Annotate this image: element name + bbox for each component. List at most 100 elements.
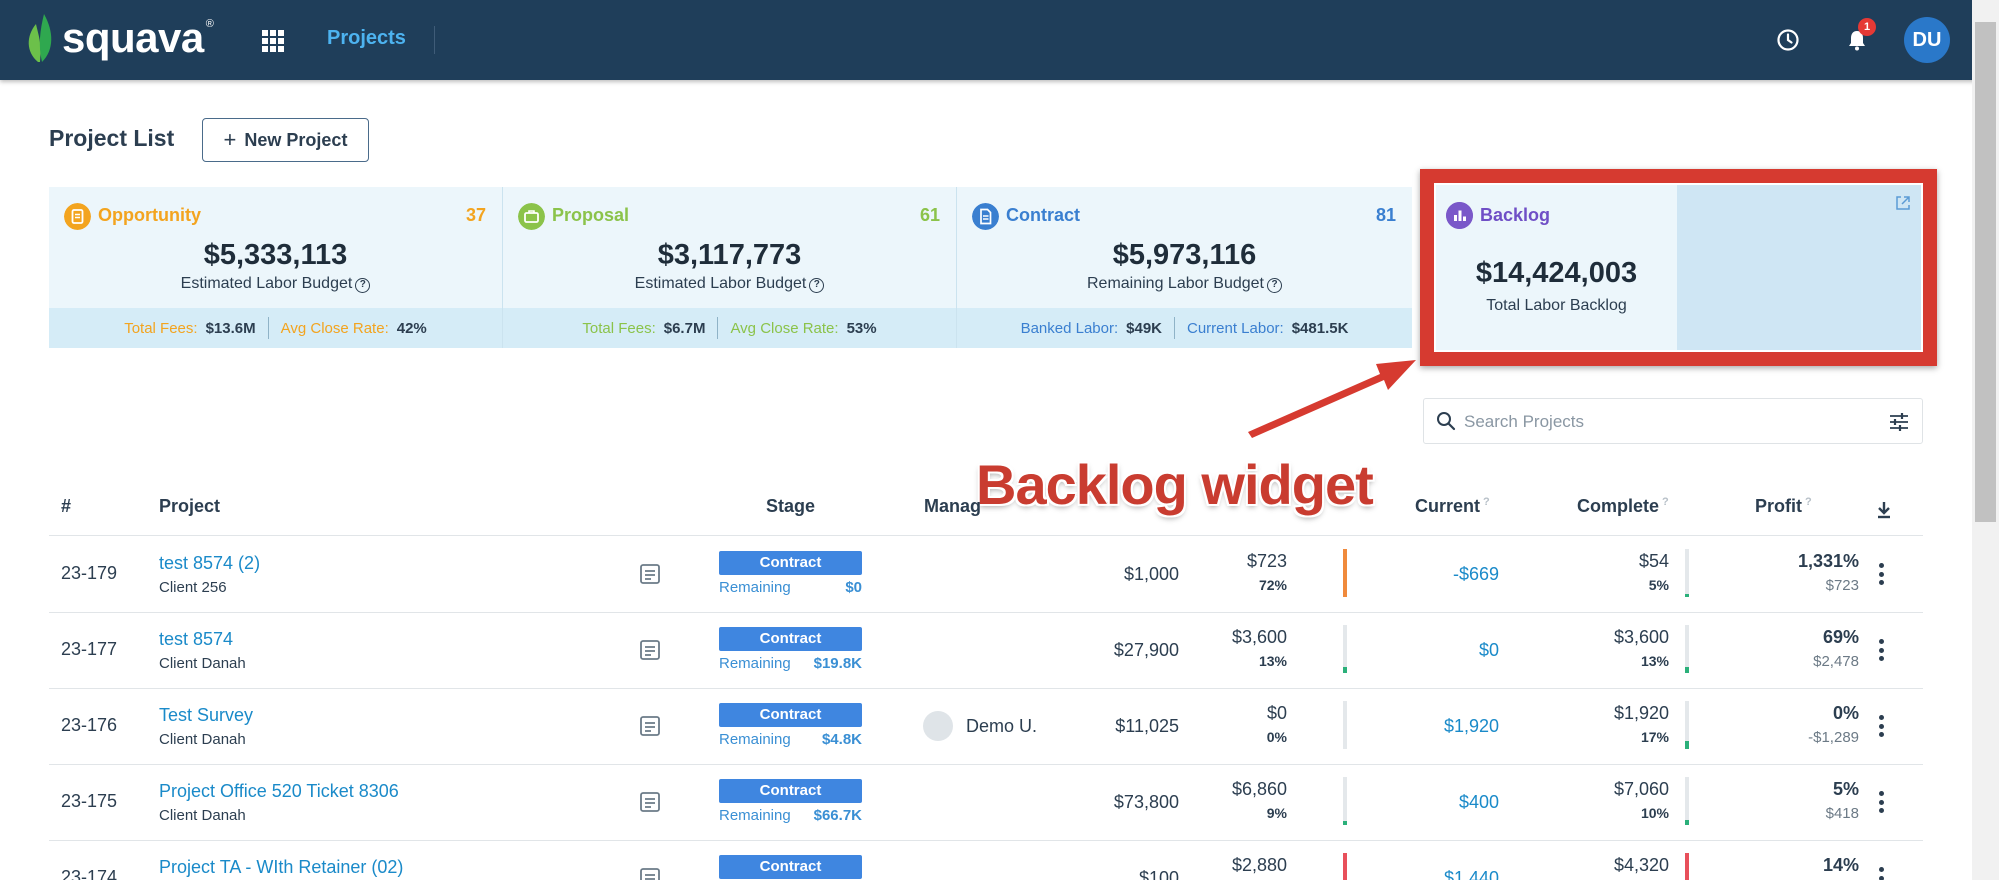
row-menu-icon[interactable]	[1878, 563, 1884, 585]
project-name-link[interactable]: Project Office 520 Ticket 8306	[159, 781, 399, 802]
search-box[interactable]	[1423, 398, 1923, 444]
notification-badge: 1	[1858, 18, 1876, 36]
document-icon	[972, 203, 999, 230]
notes-icon[interactable]	[639, 563, 661, 585]
total-fees-value: $13.6M	[205, 319, 256, 337]
avg-close-rate-value: 42%	[396, 319, 427, 337]
col-complete[interactable]: Complete?	[1577, 496, 1669, 517]
col-project[interactable]: Project	[159, 496, 220, 517]
stage-badge: Contract	[719, 703, 862, 727]
project-name-link[interactable]: test 8574	[159, 629, 233, 650]
download-icon[interactable]	[1875, 500, 1893, 520]
project-name-link[interactable]: Project TA - WIth Retainer (02)	[159, 857, 403, 878]
profit-percent: 5%	[1832, 779, 1859, 799]
spent-percent: 72%	[1258, 577, 1287, 593]
backlog-widget[interactable]: Backlog $14,424,003 Total Labor Backlog	[1436, 185, 1921, 350]
contract-value: $5,973,116	[1112, 239, 1257, 271]
new-project-button[interactable]: + New Project	[202, 118, 369, 162]
proposal-value: $3,117,773	[657, 239, 802, 271]
notes-icon[interactable]	[639, 715, 661, 737]
nav-projects-link[interactable]: Projects	[327, 27, 406, 50]
opportunity-value: $5,333,113	[203, 239, 348, 271]
project-name-link[interactable]: test 8574 (2)	[159, 553, 260, 574]
search-icon	[1437, 412, 1456, 431]
notes-icon[interactable]	[639, 791, 661, 813]
current-value[interactable]: $1,440	[1349, 868, 1499, 880]
bar-chart-icon	[1446, 202, 1473, 229]
opportunity-widget[interactable]: Opportunity 37 $5,333,113 Estimated Labo…	[49, 187, 503, 348]
current-value[interactable]: -$669	[1349, 564, 1499, 585]
table-row[interactable]: 23-175 Project Office 520 Ticket 8306 Cl…	[49, 765, 1923, 841]
spent-value: $723	[1246, 551, 1287, 571]
squava-logo[interactable]: squava ®	[24, 12, 214, 64]
filter-settings-icon[interactable]	[1888, 412, 1910, 432]
opportunity-count: 37	[465, 205, 486, 225]
registered-mark: ®	[205, 18, 214, 30]
col-number[interactable]: #	[61, 496, 71, 517]
col-manager[interactable]: Manag	[924, 496, 981, 517]
contract-widget[interactable]: Contract 81 $5,973,116 Remaining Labor B…	[957, 187, 1412, 348]
spent-progress-fill	[1343, 549, 1347, 597]
table-row[interactable]: 23-177 test 8574 Client Danah Contract R…	[49, 613, 1923, 689]
complete-progress-fill	[1685, 853, 1689, 880]
spent-value: $3,600	[1231, 627, 1287, 647]
table-row[interactable]: 23-176 Test Survey Client Danah Contract…	[49, 689, 1923, 765]
notes-icon[interactable]	[639, 867, 661, 880]
budget-value: $11,025	[1115, 716, 1179, 736]
footer-divider	[717, 317, 719, 339]
manager-avatar	[923, 711, 953, 741]
page-title: Project List	[49, 125, 175, 151]
notes-icon[interactable]	[639, 639, 661, 661]
complete-progress-fill	[1685, 741, 1689, 749]
complete-percent: 17%	[1640, 729, 1669, 745]
contract-subtitle: Remaining Labor Budget?	[957, 275, 1412, 293]
profit-percent: 69%	[1822, 627, 1859, 647]
proposal-widget[interactable]: Proposal 61 $3,117,773 Estimated Labor B…	[503, 187, 957, 348]
table-row[interactable]: 23-174 Project TA - WIth Retainer (02) C…	[49, 841, 1923, 880]
row-menu-icon[interactable]	[1878, 867, 1884, 880]
user-avatar[interactable]: DU	[1904, 17, 1950, 63]
spent-progress-fill	[1343, 667, 1347, 673]
complete-value: $54	[1638, 551, 1669, 571]
contract-footer: Banked Labor: $49K Current Labor: $481.5…	[957, 308, 1412, 348]
clock-icon[interactable]	[1776, 28, 1800, 52]
complete-progress-bar	[1685, 625, 1689, 673]
help-icon[interactable]: ?	[1267, 278, 1282, 293]
current-value[interactable]: $0	[1349, 640, 1499, 661]
avg-close-rate-label: Avg Close Rate:	[730, 319, 839, 337]
current-value[interactable]: $400	[1349, 792, 1499, 813]
complete-progress-fill	[1685, 594, 1689, 597]
current-value[interactable]: $1,920	[1349, 716, 1499, 737]
row-menu-icon[interactable]	[1878, 715, 1884, 737]
project-number: 23-175	[61, 791, 118, 811]
open-external-icon[interactable]	[1895, 195, 1911, 211]
apps-grid-icon[interactable]	[262, 30, 284, 52]
help-icon[interactable]: ?	[809, 278, 825, 293]
complete-progress-bar	[1685, 777, 1689, 825]
help-icon[interactable]: ?	[355, 278, 371, 293]
client-name: Client Danah	[159, 731, 246, 748]
row-menu-icon[interactable]	[1878, 791, 1884, 813]
avg-close-rate-label: Avg Close Rate:	[280, 319, 389, 337]
page-scrollbar-thumb[interactable]	[1975, 22, 1996, 522]
leaf-logo-icon	[28, 14, 52, 62]
complete-value: $3,600	[1613, 627, 1669, 647]
spent-percent: 13%	[1258, 653, 1287, 669]
opportunity-footer: Total Fees: $13.6M Avg Close Rate: 42%	[49, 308, 502, 348]
project-number: 23-176	[61, 715, 118, 735]
spent-value: $2,880	[1231, 855, 1287, 875]
table-row[interactable]: 23-179 test 8574 (2) Client 256 Contract…	[49, 537, 1923, 613]
spent-progress-bar	[1343, 853, 1347, 880]
budget-value: $1,000	[1123, 564, 1179, 584]
col-current[interactable]: Current?	[1415, 496, 1490, 517]
current-labor-value: $481.5K	[1291, 319, 1349, 337]
row-menu-icon[interactable]	[1878, 639, 1884, 661]
project-name-link[interactable]: Test Survey	[159, 705, 253, 726]
briefcase-icon	[518, 203, 545, 230]
col-profit[interactable]: Profit?	[1755, 496, 1812, 517]
opportunity-icon	[64, 203, 91, 230]
search-input[interactable]	[1464, 407, 1864, 437]
complete-progress-bar	[1685, 549, 1689, 597]
col-stage[interactable]: Stage	[766, 496, 815, 517]
footer-divider	[1174, 317, 1175, 339]
